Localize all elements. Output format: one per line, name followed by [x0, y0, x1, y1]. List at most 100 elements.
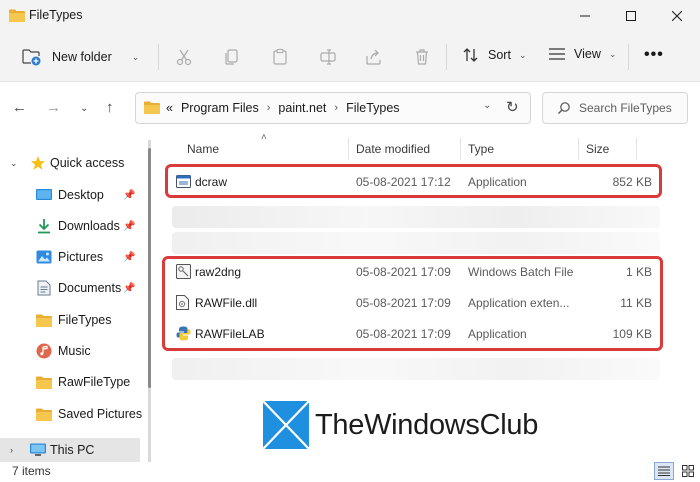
folder-icon [36, 312, 52, 328]
star-icon [30, 155, 46, 171]
sidebar-item-quick-access[interactable]: ⌄ Quick access [0, 148, 140, 178]
pin-icon[interactable]: 📌 [123, 190, 135, 201]
column-divider[interactable] [636, 138, 637, 160]
pin-icon[interactable]: 📌 [123, 283, 135, 294]
sidebar-item-label: RawFileType [58, 375, 131, 389]
breadcrumb-item[interactable]: Program Files [181, 101, 259, 115]
highlight-box [162, 256, 663, 351]
more-options-button[interactable]: ••• [644, 46, 664, 64]
close-button[interactable] [654, 0, 700, 32]
address-dropdown-icon[interactable]: ⌄ [483, 100, 491, 111]
details-view-button[interactable] [654, 462, 674, 480]
refresh-icon[interactable]: ↻ [506, 98, 519, 116]
share-button[interactable] [364, 47, 384, 67]
rename-icon [320, 49, 336, 65]
share-icon [366, 49, 381, 65]
sidebar-item-documents[interactable]: Documents 📌 [0, 273, 140, 303]
column-header-type[interactable]: Type [468, 142, 494, 156]
blurred-row [172, 206, 660, 228]
sidebar-item-label: Pictures [58, 250, 104, 264]
sidebar-item-music[interactable]: Music [0, 336, 140, 366]
highlight-box [165, 164, 662, 198]
view-button[interactable]: View ⌄ [548, 47, 616, 61]
sort-button[interactable]: Sort ⌄ [462, 47, 526, 63]
delete-button[interactable] [412, 47, 432, 67]
chevron-right-icon: › [334, 102, 339, 114]
chevron-right-icon: › [266, 102, 271, 114]
back-arrow-icon[interactable]: ← [12, 99, 27, 116]
new-folder-label: New folder [52, 50, 112, 64]
sidebar-item-label: This PC [50, 443, 95, 457]
sidebar-item-pictures[interactable]: Pictures 📌 [0, 242, 140, 272]
expand-chevron-icon[interactable]: › [10, 445, 13, 455]
sort-label: Sort [488, 48, 511, 62]
recent-locations-chevron-icon[interactable]: ⌄ [80, 103, 88, 114]
pictures-icon [36, 249, 52, 265]
chevron-down-icon[interactable]: ⌄ [132, 52, 140, 63]
up-arrow-icon[interactable]: ↑ [106, 99, 114, 116]
expand-chevron-icon[interactable]: ⌄ [10, 158, 18, 169]
sidebar-item-downloads[interactable]: Downloads 📌 [0, 211, 140, 241]
windows-logo-icon [263, 401, 309, 449]
rename-button[interactable] [318, 47, 338, 67]
blurred-row [172, 232, 660, 254]
sidebar-item-this-pc[interactable]: › This PC [0, 438, 140, 462]
column-divider[interactable] [460, 138, 461, 160]
chevron-down-icon: ⌄ [518, 49, 527, 60]
breadcrumb-overflow[interactable]: « [166, 101, 173, 115]
maximize-icon [626, 11, 636, 21]
chevron-down-icon: ⌄ [608, 48, 617, 59]
sort-ascending-icon: ˄ [261, 132, 267, 143]
item-count: 7 items [12, 464, 51, 478]
folder-icon [9, 9, 25, 22]
search-icon [558, 102, 570, 114]
scrollbar-thumb[interactable] [148, 148, 151, 388]
forward-arrow-icon[interactable]: → [46, 99, 61, 116]
tiles-view-icon [682, 465, 694, 477]
address-bar[interactable]: « Program Files › paint.net › FileTypes … [135, 92, 531, 124]
watermark-text: TheWindowsClub [315, 408, 539, 441]
sort-icon [463, 48, 478, 62]
window-title: FileTypes [29, 8, 83, 22]
breadcrumb-item[interactable]: paint.net [278, 101, 326, 115]
search-box[interactable] [542, 92, 688, 124]
sidebar-scrollbar[interactable] [148, 140, 151, 462]
title-bar: FileTypes [0, 0, 700, 32]
delete-icon [416, 49, 428, 65]
blurred-row [172, 358, 660, 380]
paste-button[interactable] [270, 47, 290, 67]
sidebar-item-label: FileTypes [58, 313, 112, 327]
sidebar-item-label: Documents [58, 281, 122, 295]
new-folder-button[interactable]: New folder ⌄ [22, 46, 139, 68]
column-header-size[interactable]: Size [586, 142, 609, 156]
sidebar-item-saved-pictures[interactable]: Saved Pictures [0, 399, 142, 429]
column-divider[interactable] [348, 138, 349, 160]
column-header-name[interactable]: Name [187, 142, 219, 156]
folder-icon [36, 406, 52, 422]
pin-icon[interactable]: 📌 [123, 252, 135, 263]
copy-button[interactable] [222, 47, 242, 67]
navigation-pane: ⌄ Quick access Desktop 📌 Downloads 📌 Pic… [0, 140, 148, 462]
sidebar-item-filetypes[interactable]: FileTypes [0, 305, 140, 335]
breadcrumb-item[interactable]: FileTypes [346, 101, 400, 115]
sidebar-item-rawfiletype[interactable]: RawFileType [0, 367, 140, 397]
minimize-icon [580, 15, 590, 17]
pin-icon[interactable]: 📌 [123, 221, 135, 232]
column-divider[interactable] [578, 138, 579, 160]
paste-icon [273, 48, 287, 65]
minimize-button[interactable] [562, 0, 608, 32]
close-icon [672, 11, 682, 21]
column-header-date-modified[interactable]: Date modified [356, 142, 430, 156]
copy-icon [225, 49, 238, 65]
search-input[interactable] [579, 99, 683, 117]
maximize-button[interactable] [608, 0, 654, 32]
sidebar-item-desktop[interactable]: Desktop 📌 [0, 180, 140, 210]
sidebar-item-label: Music [58, 344, 91, 358]
tiles-view-button[interactable] [678, 462, 698, 480]
toolbar-divider [628, 44, 629, 70]
toolbar-divider [446, 44, 447, 70]
cut-button[interactable] [174, 47, 194, 67]
sidebar-item-label: Downloads [58, 219, 120, 233]
folder-icon [144, 101, 160, 114]
view-label: View [574, 47, 601, 61]
